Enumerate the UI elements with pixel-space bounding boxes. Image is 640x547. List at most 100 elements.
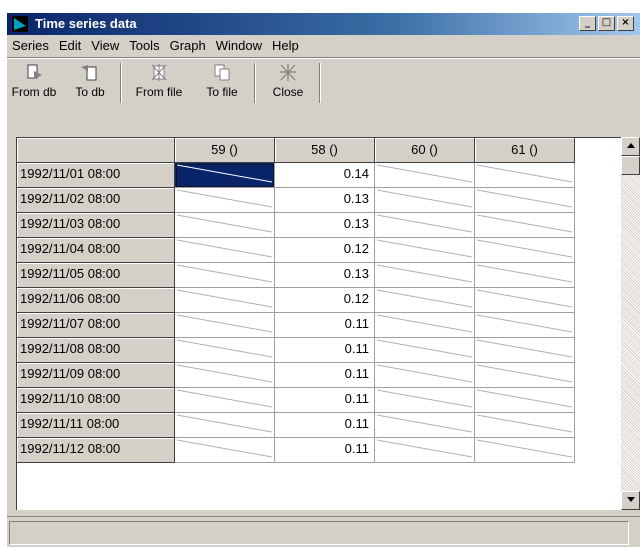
scroll-up-button[interactable] (621, 137, 640, 156)
grid-cell[interactable] (175, 338, 275, 363)
empty-cell-slash (476, 414, 573, 433)
from-file-button[interactable]: From file (125, 61, 193, 105)
grid-cell[interactable] (475, 363, 575, 388)
column-header[interactable]: 59 () (175, 138, 275, 163)
minimize-button[interactable]: _ (579, 16, 596, 31)
grid-cell[interactable] (475, 188, 575, 213)
grid-cell[interactable] (375, 413, 475, 438)
grid-cell[interactable] (175, 363, 275, 388)
grid-cell[interactable] (475, 263, 575, 288)
row-header[interactable]: 1992/11/08 08:00 (17, 338, 175, 363)
menu-help[interactable]: Help (267, 35, 304, 56)
corner-header[interactable] (17, 138, 175, 163)
grid-cell[interactable] (375, 288, 475, 313)
grid-cell[interactable]: 0.11 (275, 438, 375, 463)
grid-cell[interactable] (375, 388, 475, 413)
grid-cell[interactable] (175, 438, 275, 463)
empty-cell-slash (476, 439, 573, 458)
grid-cell[interactable] (475, 313, 575, 338)
grid-cell[interactable] (175, 313, 275, 338)
grid-cell[interactable] (375, 163, 475, 188)
grid-cell[interactable] (175, 413, 275, 438)
row-header[interactable]: 1992/11/09 08:00 (17, 363, 175, 388)
menu-window[interactable]: Window (211, 35, 267, 56)
scroll-thumb[interactable] (621, 156, 640, 175)
grid-cell[interactable]: 0.11 (275, 388, 375, 413)
grid-cell[interactable]: 0.12 (275, 238, 375, 263)
row-header[interactable]: 1992/11/12 08:00 (17, 438, 175, 463)
menu-view[interactable]: View (86, 35, 124, 56)
grid-cell[interactable] (175, 388, 275, 413)
grid-cell[interactable] (475, 438, 575, 463)
menu-series[interactable]: Series (7, 35, 54, 56)
column-header[interactable]: 60 () (375, 138, 475, 163)
row-header[interactable]: 1992/11/04 08:00 (17, 238, 175, 263)
empty-cell-slash (176, 389, 273, 408)
grid-cell[interactable] (375, 213, 475, 238)
grid-cell[interactable] (475, 413, 575, 438)
grid-cell[interactable] (375, 363, 475, 388)
title-bar[interactable]: Time series data _ □ × (7, 13, 640, 35)
maximize-button[interactable]: □ (598, 16, 615, 31)
row-header[interactable]: 1992/11/10 08:00 (17, 388, 175, 413)
row-header[interactable]: 1992/11/05 08:00 (17, 263, 175, 288)
to-db-button[interactable]: To db (65, 61, 115, 105)
empty-cell-slash (476, 164, 573, 183)
row-header[interactable]: 1992/11/06 08:00 (17, 288, 175, 313)
close-button[interactable]: Close (261, 61, 315, 105)
row-header[interactable]: 1992/11/07 08:00 (17, 313, 175, 338)
grid-cell[interactable] (375, 438, 475, 463)
to-file-button[interactable]: To file (195, 61, 249, 105)
app-icon (12, 16, 28, 32)
grid-cell[interactable] (475, 388, 575, 413)
grid-cell[interactable]: 0.11 (275, 313, 375, 338)
empty-cell-slash (376, 414, 473, 433)
vertical-scrollbar[interactable] (621, 137, 640, 510)
grid-cell[interactable] (375, 338, 475, 363)
grid-cell[interactable] (475, 238, 575, 263)
grid-cell[interactable]: 0.11 (275, 363, 375, 388)
arrow-up-icon (626, 143, 635, 148)
grid-cell[interactable]: 0.14 (275, 163, 375, 188)
grid-cell[interactable] (375, 313, 475, 338)
row-header[interactable]: 1992/11/03 08:00 (17, 213, 175, 238)
grid-cell[interactable]: 0.11 (275, 413, 375, 438)
column-header[interactable]: 58 () (275, 138, 375, 163)
from-db-button[interactable]: From db (7, 61, 61, 105)
row-header[interactable]: 1992/11/02 08:00 (17, 188, 175, 213)
grid-cell[interactable] (375, 188, 475, 213)
column-header[interactable]: 61 () (475, 138, 575, 163)
grid-cell[interactable] (475, 338, 575, 363)
grid-cell[interactable] (175, 163, 275, 188)
empty-cell-slash (376, 389, 473, 408)
menu-tools[interactable]: Tools (124, 35, 164, 56)
grid-cell[interactable] (175, 188, 275, 213)
grid-cell[interactable]: 0.13 (275, 213, 375, 238)
grid-cell[interactable] (475, 288, 575, 313)
row-header[interactable]: 1992/11/01 08:00 (17, 163, 175, 188)
menu-graph[interactable]: Graph (165, 35, 211, 56)
row-header[interactable]: 1992/11/11 08:00 (17, 413, 175, 438)
menu-edit[interactable]: Edit (54, 35, 86, 56)
grid-cell[interactable] (375, 263, 475, 288)
grid-cell[interactable] (375, 238, 475, 263)
empty-cell-slash (376, 239, 473, 258)
data-grid[interactable]: 59 () 58 () 60 () 61 () 1992/11/01 08:00… (16, 137, 621, 510)
grid-cell[interactable] (175, 238, 275, 263)
grid-cell[interactable] (475, 213, 575, 238)
grid-cell[interactable]: 0.13 (275, 188, 375, 213)
empty-cell-slash (376, 339, 473, 358)
grid-cell[interactable]: 0.12 (275, 288, 375, 313)
scroll-down-button[interactable] (621, 491, 640, 510)
empty-cell-slash (476, 289, 573, 308)
grid-cell[interactable] (175, 213, 275, 238)
grid-cell[interactable] (175, 263, 275, 288)
grid-cell[interactable] (175, 288, 275, 313)
empty-cell-slash (376, 314, 473, 333)
import-icon (27, 64, 42, 79)
grid-cell[interactable] (475, 163, 575, 188)
toolbar-separator (254, 63, 256, 103)
grid-cell[interactable]: 0.13 (275, 263, 375, 288)
grid-cell[interactable]: 0.11 (275, 338, 375, 363)
close-window-button[interactable]: × (617, 16, 634, 31)
